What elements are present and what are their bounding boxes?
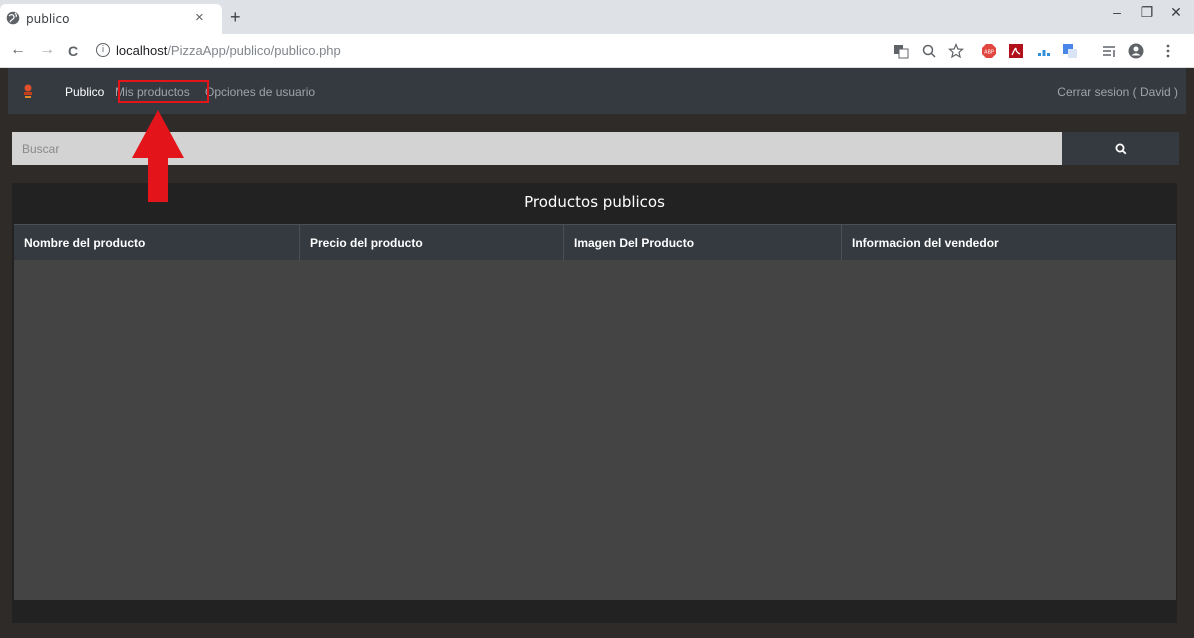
bookmark-star-icon[interactable] [948, 43, 964, 59]
table-header: Nombre del producto Precio del producto … [14, 224, 1176, 261]
nav-link-opciones-de-usuario[interactable]: Opciones de usuario [205, 85, 315, 99]
translate-icon[interactable] [893, 43, 909, 59]
column-header-vendedor: Informacion del vendedor [852, 236, 999, 250]
reload-button[interactable]: C [68, 43, 78, 59]
search-icon [1115, 143, 1126, 154]
info-icon[interactable]: i [96, 43, 110, 57]
browser-tab-strip: publico × + – ❐ ✕ [0, 0, 1194, 34]
highlight-annotation-box [118, 80, 209, 103]
column-header-nombre: Nombre del producto [14, 225, 300, 261]
logout-link[interactable]: Cerrar sesion ( David ) [1057, 85, 1178, 99]
table-body [14, 260, 1176, 600]
back-button[interactable]: ← [10, 41, 26, 59]
menu-icon[interactable] [1160, 43, 1176, 59]
products-panel: Productos publicos Nombre del producto P… [12, 183, 1177, 623]
forward-button[interactable]: → [39, 41, 55, 59]
url-text: localhost/PizzaApp/publico/publico.php [116, 43, 341, 58]
pizza-logo-icon[interactable] [21, 83, 35, 99]
column-header-imagen: Imagen Del Producto [564, 225, 842, 261]
google-translate-icon[interactable] [1062, 43, 1078, 59]
search-button[interactable] [1062, 132, 1179, 165]
tab-close-icon[interactable]: × [195, 9, 204, 26]
adblock-icon[interactable]: ABP [981, 43, 997, 59]
browser-toolbar: ← → C i localhost/PizzaApp/publico/publi… [0, 34, 1194, 68]
column-header-precio: Precio del producto [300, 225, 564, 261]
close-window-button[interactable]: ✕ [1162, 4, 1190, 21]
globe-icon [6, 11, 20, 25]
address-bar[interactable]: i localhost/PizzaApp/publico/publico.php [92, 38, 872, 64]
search-bar [12, 132, 1179, 165]
profile-icon[interactable] [1128, 43, 1144, 59]
minimize-button[interactable]: – [1103, 4, 1131, 20]
pdf-icon[interactable] [1008, 43, 1024, 59]
restore-button[interactable]: ❐ [1133, 4, 1161, 21]
panel-title: Productos publicos [524, 193, 665, 211]
browser-tab[interactable]: publico × [0, 4, 222, 34]
svg-text:ABP: ABP [984, 50, 994, 56]
equalizer-icon[interactable] [1036, 43, 1052, 59]
tab-title: publico [26, 12, 70, 26]
nav-link-publico[interactable]: Publico [65, 85, 104, 99]
zoom-icon[interactable] [921, 43, 937, 59]
new-tab-button[interactable]: + [230, 7, 241, 28]
navbar: Publico Mis productos Opciones de usuari… [8, 68, 1186, 114]
red-arrow-annotation [132, 110, 184, 202]
reading-list-icon[interactable] [1101, 43, 1117, 59]
